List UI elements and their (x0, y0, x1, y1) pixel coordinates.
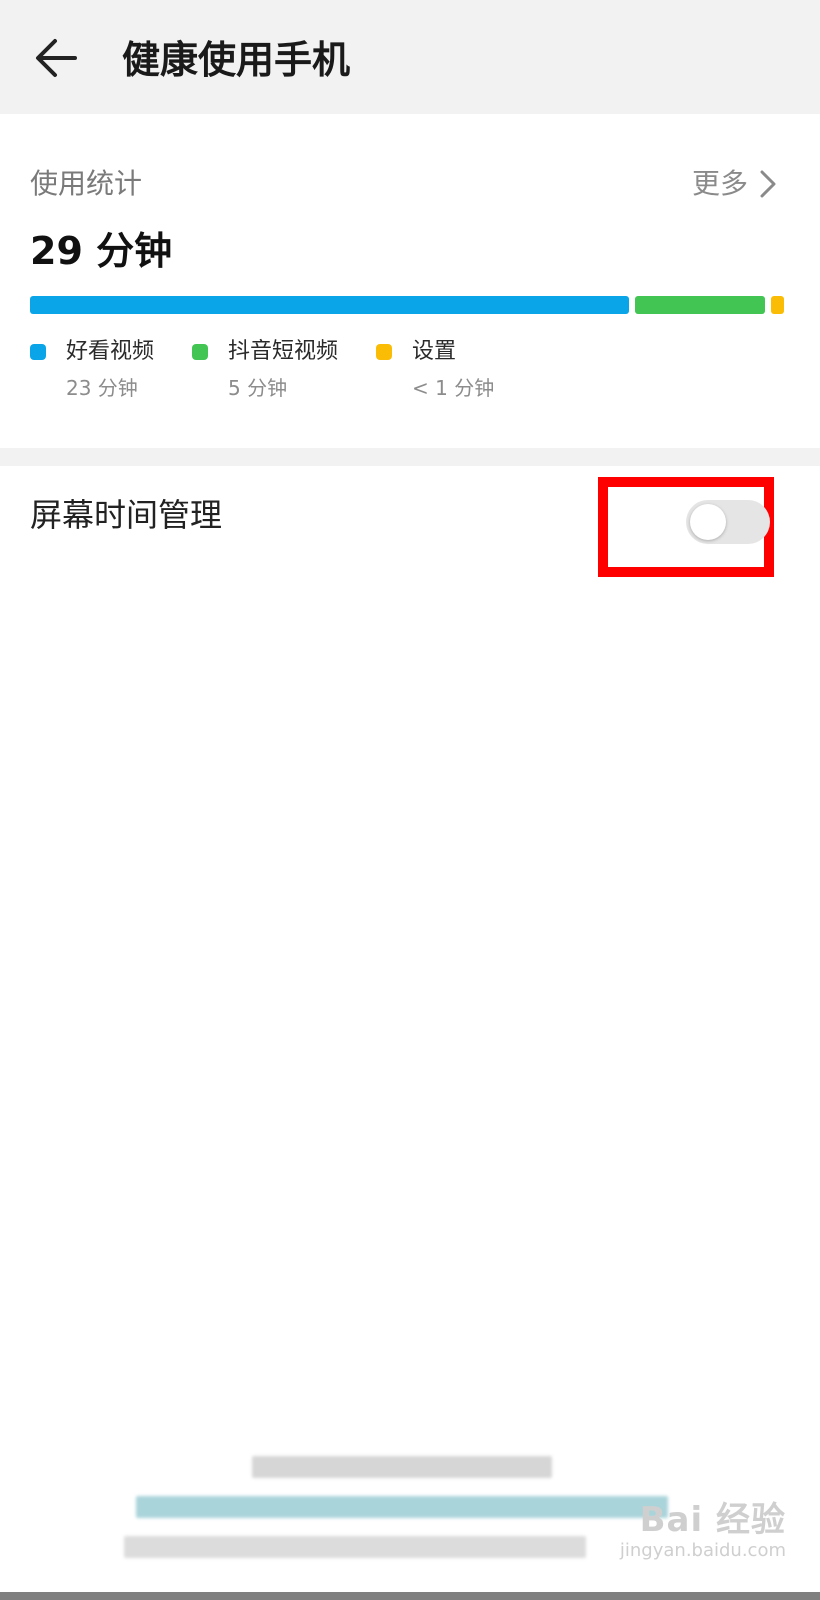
usage-bar-segment-settings (771, 296, 784, 314)
usage-bar-segment-douyin (635, 296, 765, 314)
page-title: 健康使用手机 (122, 38, 351, 82)
more-label: 更多 (691, 167, 748, 200)
screen-time-management-label: 屏幕时间管理 (30, 496, 223, 534)
usage-bar-segment-haokan (30, 296, 629, 314)
usage-bar (30, 296, 784, 314)
blurred-line (252, 1456, 552, 1478)
legend-app-time: 5 分钟 (228, 376, 288, 400)
more-link[interactable]: 更多 (692, 164, 778, 204)
watermark-logo-text: Bai 经验 (639, 1500, 786, 1540)
watermark-url: jingyan.baidu.com (619, 1540, 786, 1561)
usage-stats-title: 使用统计 (30, 167, 143, 200)
screen-time-management-row[interactable]: 屏幕时间管理 (0, 466, 820, 578)
usage-stats-card[interactable]: 使用统计 更多 29 分钟 好看视频 23 分钟 抖音短视频 5 分钟 设置 <… (0, 114, 820, 448)
chevron-right-icon (760, 170, 776, 198)
legend-app-time: 23 分钟 (66, 376, 138, 400)
legend-app-time: < 1 分钟 (412, 376, 495, 400)
toggle-knob (690, 504, 726, 540)
legend-dot (192, 344, 208, 360)
total-usage-time: 29 分钟 (30, 229, 173, 273)
usage-legend: 好看视频 23 分钟 抖音短视频 5 分钟 设置 < 1 分钟 (30, 336, 790, 406)
legend-dot (30, 344, 46, 360)
legend-app-name: 设置 (412, 339, 457, 364)
legend-app-name: 抖音短视频 (228, 339, 339, 364)
screen-time-toggle[interactable] (686, 500, 770, 544)
blurred-line (136, 1496, 668, 1518)
blurred-line (124, 1536, 586, 1558)
section-divider (0, 448, 820, 466)
legend-app-name: 好看视频 (66, 339, 155, 364)
baidu-jingyan-watermark: Bai 经验 jingyan.baidu.com (620, 1500, 786, 1562)
legend-dot (376, 344, 392, 360)
arrow-left-icon (36, 39, 77, 77)
app-bar: 健康使用手机 (0, 0, 820, 114)
bottom-edge (0, 1592, 820, 1600)
back-button[interactable] (28, 30, 84, 86)
